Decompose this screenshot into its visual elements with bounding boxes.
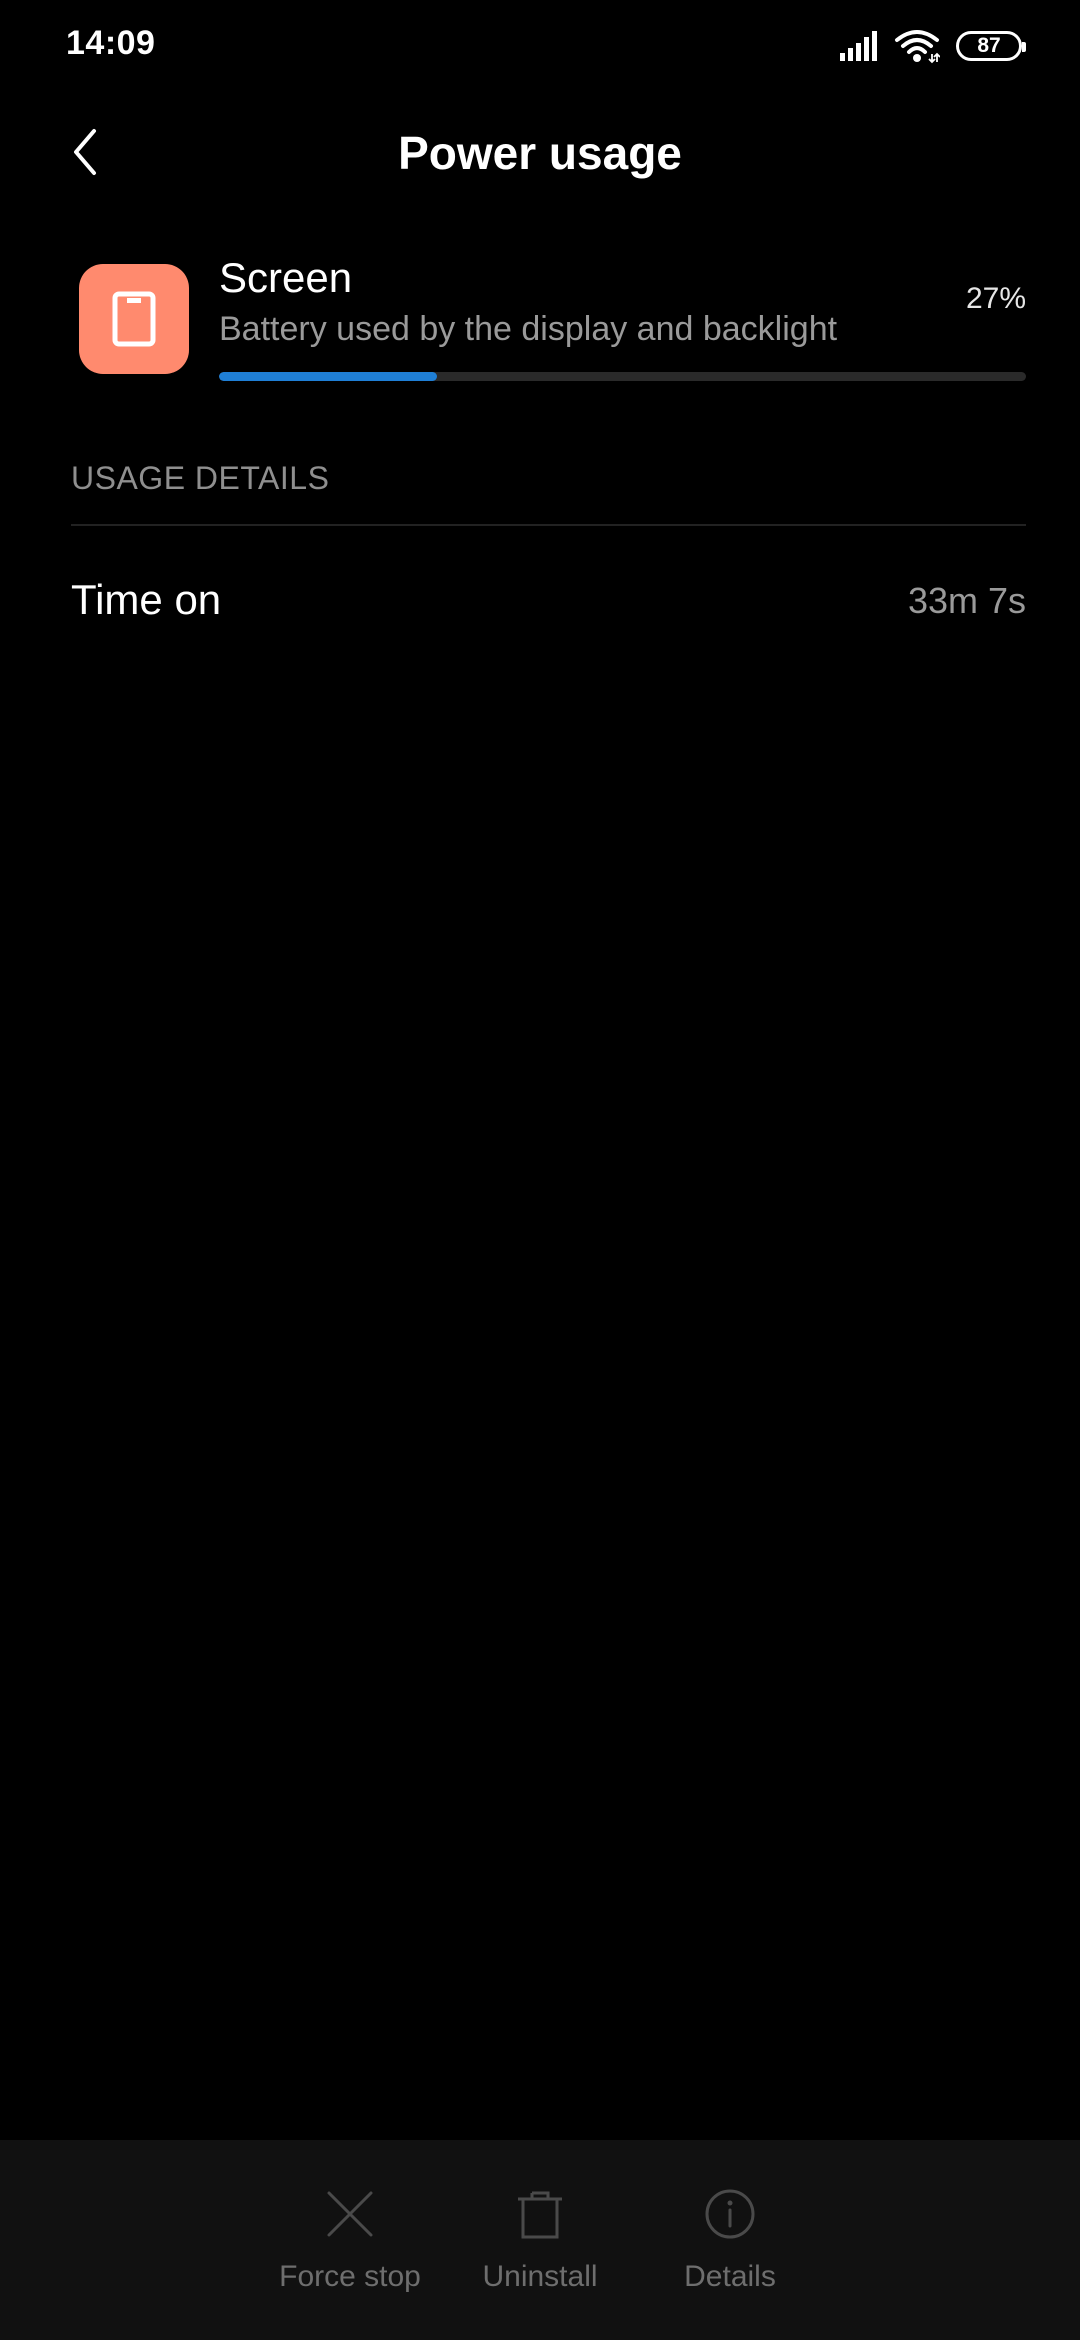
- detail-row-time-on: Time on 33m 7s: [71, 560, 1026, 640]
- usage-percent: 27%: [965, 282, 1026, 315]
- usage-progress-fill: [219, 372, 437, 381]
- header: Power usage: [0, 110, 1080, 194]
- app-description: Battery used by the display and backligh…: [219, 310, 838, 348]
- tablet-icon: [112, 291, 156, 347]
- status-icons: 87: [838, 26, 1026, 66]
- page-title: Power usage: [398, 127, 682, 179]
- usage-progress-bar: [219, 372, 1026, 381]
- battery-level: 87: [977, 34, 1001, 57]
- app-name: Screen: [219, 254, 353, 301]
- close-icon: [327, 2191, 373, 2237]
- trash-icon: [518, 2191, 562, 2239]
- force-stop-button[interactable]: Force stop: [260, 2184, 440, 2314]
- status-time: 14:09: [66, 24, 156, 62]
- details-label: Details: [684, 2260, 776, 2293]
- uninstall-button[interactable]: Uninstall: [450, 2184, 630, 2314]
- signal-icon: [840, 31, 877, 61]
- force-stop-label: Force stop: [279, 2260, 421, 2293]
- detail-label: Time on: [71, 576, 222, 623]
- uninstall-label: Uninstall: [482, 2260, 598, 2293]
- app-summary: Screen Battery used by the display and b…: [0, 254, 1080, 394]
- status-bar: 14:09 87: [0, 0, 1080, 90]
- info-icon: [705, 2189, 755, 2239]
- divider: [71, 524, 1026, 526]
- bottom-action-bar: Force stop Uninstall Details: [0, 2140, 1080, 2340]
- details-button[interactable]: Details: [640, 2184, 820, 2314]
- battery-icon: 87: [956, 31, 1026, 61]
- section-header-usage-details: USAGE DETAILS: [71, 460, 330, 496]
- wifi-icon: [895, 30, 940, 64]
- detail-value: 33m 7s: [907, 580, 1026, 621]
- app-icon: [79, 264, 189, 374]
